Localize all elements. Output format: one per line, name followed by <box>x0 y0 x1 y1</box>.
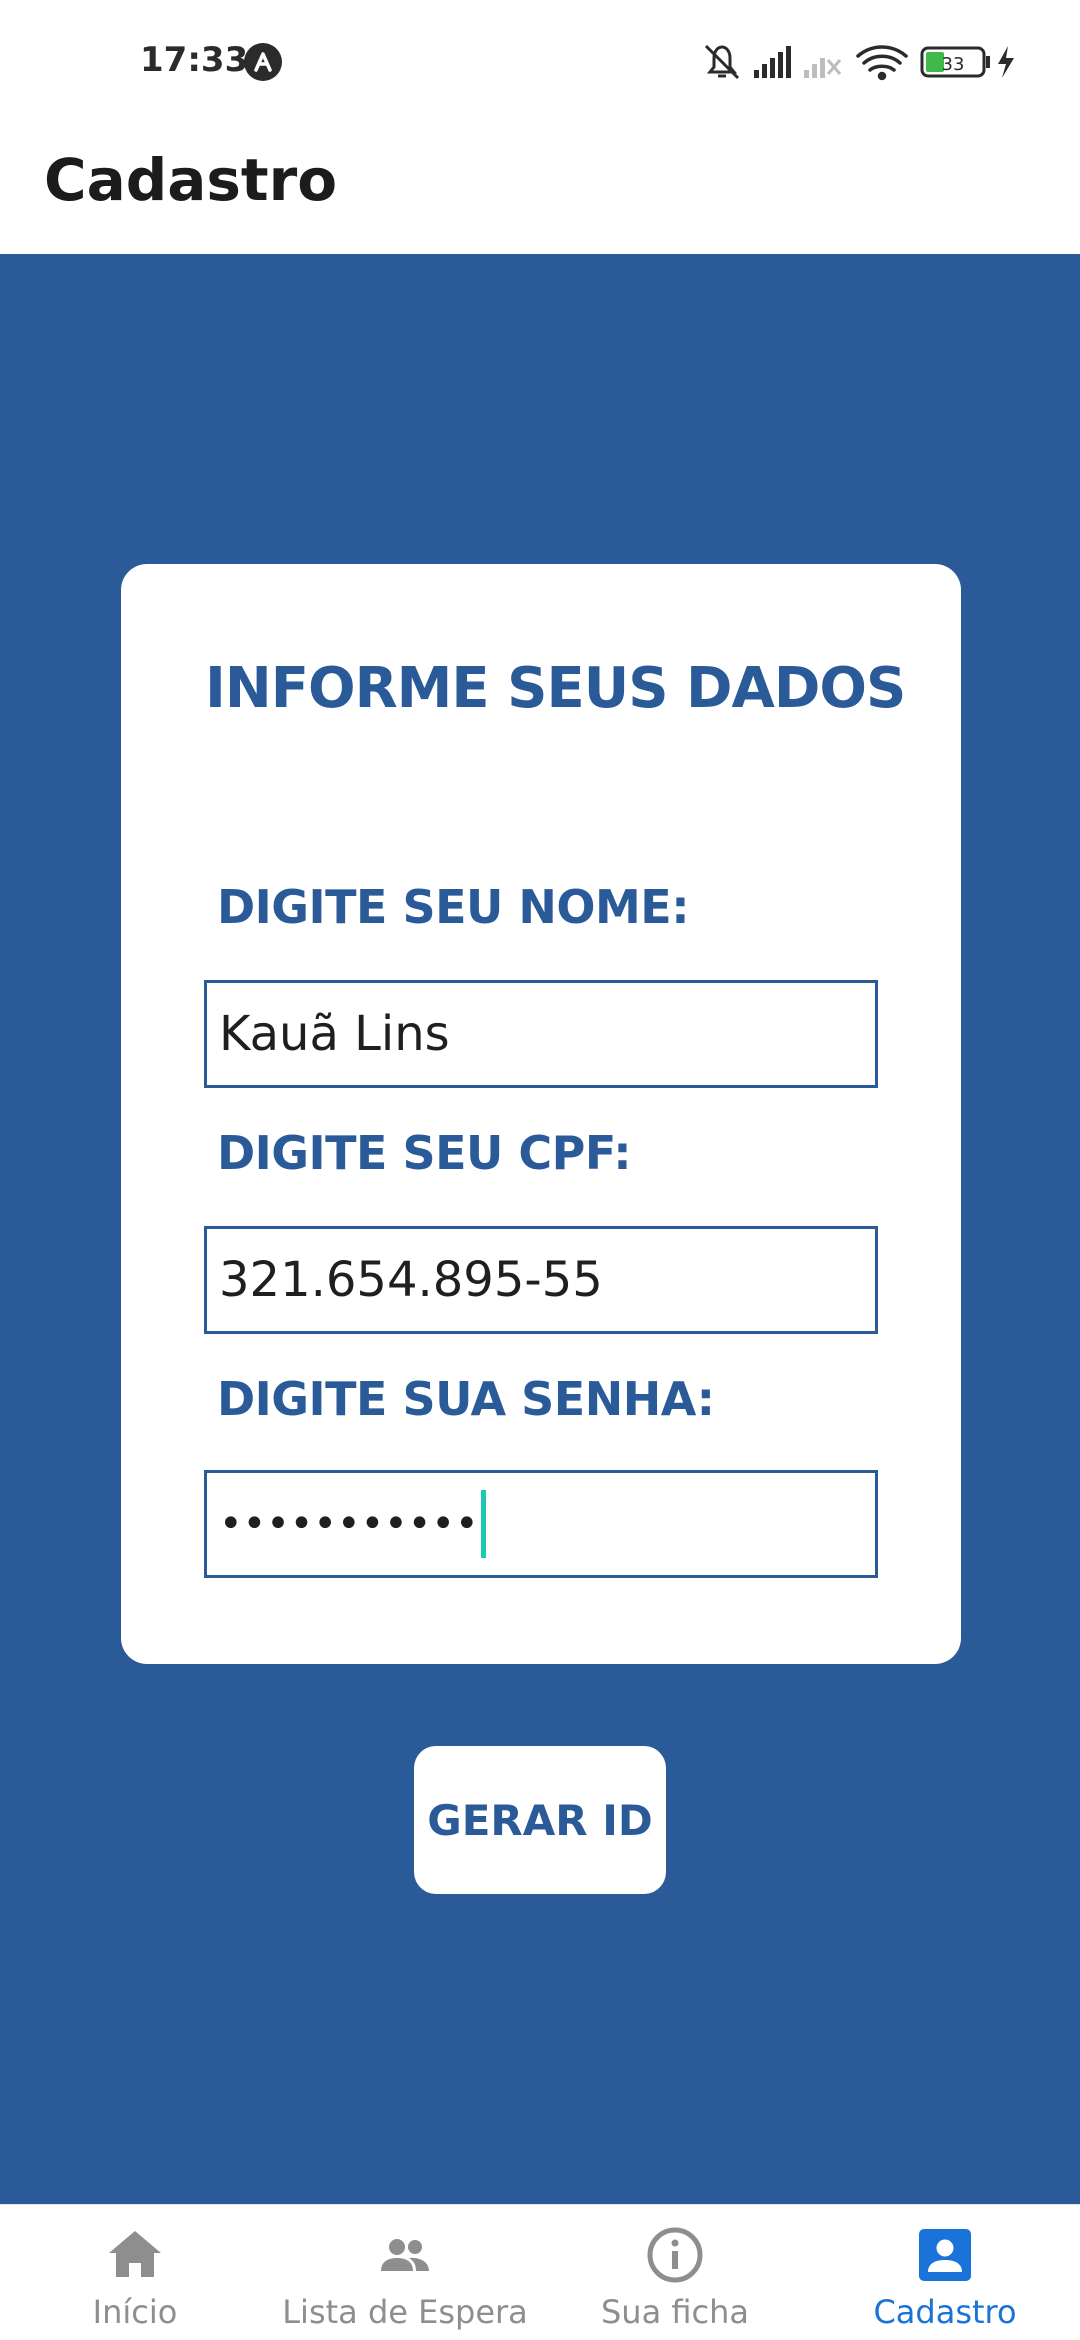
tab-label: Cadastro <box>873 2293 1017 2331</box>
status-icons: 33 <box>700 40 1040 84</box>
signal-no-sim-icon <box>804 58 842 78</box>
tab-cadastro[interactable]: Cadastro <box>810 2205 1080 2340</box>
charging-icon <box>998 46 1014 78</box>
status-bar: 17:33 33 <box>0 0 1080 124</box>
password-label: DIGITE SUA SENHA: <box>217 1372 715 1426</box>
name-value: Kauã Lins <box>219 1006 450 1062</box>
tab-inicio[interactable]: Início <box>0 2205 270 2340</box>
info-icon <box>647 2227 703 2283</box>
status-time: 17:33 <box>140 40 249 80</box>
tab-label: Lista de Espera <box>282 2293 528 2331</box>
battery-icon: 33 <box>920 46 990 78</box>
cpf-field[interactable]: 321.654.895-55 <box>204 1226 878 1334</box>
form-title: INFORME SEUS DADOS <box>205 656 906 721</box>
tab-label: Início <box>92 2293 178 2331</box>
name-field[interactable]: Kauã Lins <box>204 980 878 1088</box>
form-card: INFORME SEUS DADOS DIGITE SEU NOME: Kauã… <box>121 564 961 1664</box>
svg-text:33: 33 <box>942 54 965 75</box>
account-box-icon <box>919 2229 971 2281</box>
password-field[interactable]: ••••••••••• <box>204 1470 878 1578</box>
app-notification-icon <box>244 43 282 81</box>
cpf-value: 321.654.895-55 <box>219 1252 603 1308</box>
people-icon <box>381 2239 429 2271</box>
tab-lista-de-espera[interactable]: Lista de Espera <box>270 2205 540 2340</box>
name-label: DIGITE SEU NOME: <box>217 880 690 934</box>
tab-sua-ficha[interactable]: Sua ficha <box>540 2205 810 2340</box>
bottom-nav: Início Lista de Espera Sua ficha Cadastr… <box>0 2204 1080 2340</box>
gerar-id-button[interactable]: GERAR ID <box>414 1746 666 1894</box>
wifi-icon <box>856 45 908 81</box>
text-caret <box>480 1490 486 1558</box>
tab-label: Sua ficha <box>600 2293 749 2331</box>
signal-icon <box>754 46 791 78</box>
cpf-label: DIGITE SEU CPF: <box>217 1126 632 1180</box>
home-icon <box>109 2231 161 2277</box>
app-bar: Cadastro <box>0 124 1080 254</box>
mute-icon <box>704 44 740 80</box>
page-title: Cadastro <box>44 146 338 214</box>
main-content: INFORME SEUS DADOS DIGITE SEU NOME: Kauã… <box>0 254 1080 2204</box>
password-value: ••••••••••• <box>219 1501 479 1547</box>
